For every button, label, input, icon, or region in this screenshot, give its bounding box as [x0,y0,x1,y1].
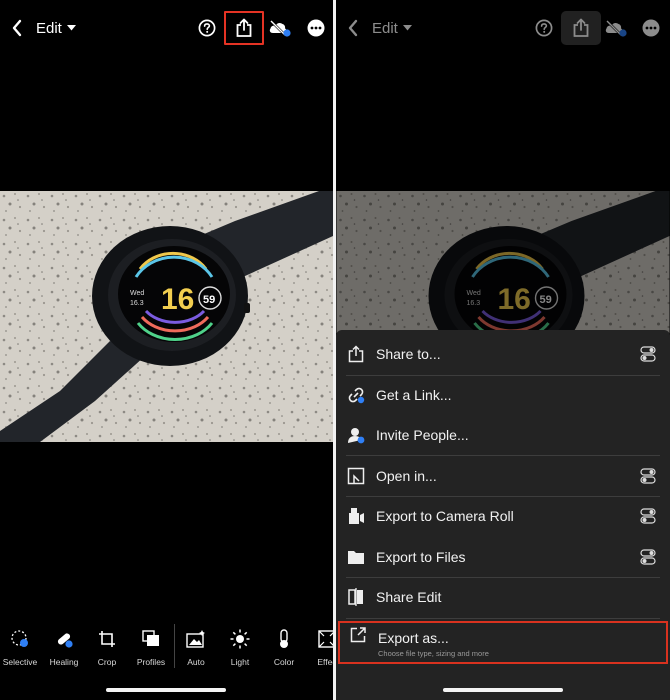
share-sheet: Share to... Get a Link... Invite People.… [336,330,670,700]
tool-label: Healing [49,657,79,667]
home-indicator[interactable] [443,688,563,692]
edit-mode-label: Edit [372,19,398,37]
menu-label: Share to... [376,346,441,362]
more-button[interactable] [302,14,330,42]
more-icon [307,19,325,37]
tool-color[interactable]: Color [262,628,306,667]
edit-mode-label: Edit [36,19,62,37]
share-button[interactable] [561,11,601,45]
folder-icon [348,551,364,564]
tool-label: Profiles [136,657,166,667]
menu-sublabel: Choose file type, sizing and more [378,649,489,658]
back-button[interactable] [342,14,364,42]
tool-profiles[interactable]: Profiles [129,628,173,667]
share-icon [573,18,589,37]
menu-export-as[interactable]: Export as... Choose file type, sizing an… [338,621,668,664]
tool-label: Effec [317,657,333,667]
tool-label: Crop [97,657,117,667]
toggle-options-icon[interactable] [640,346,656,362]
cloud-sync-icon [269,20,291,37]
profiles-icon [142,630,159,646]
export-as-icon [350,627,366,643]
photo-preview[interactable]: 16 59 Wed 16.3 [0,191,333,442]
home-indicator[interactable] [106,688,226,692]
share-button[interactable] [224,11,264,45]
open-in-icon [347,467,365,485]
link-icon [348,387,365,404]
menu-label: Export to Camera Roll [376,508,514,524]
tool-effects[interactable]: Effec [305,628,333,667]
help-icon [198,19,216,37]
caret-down-icon [402,25,412,31]
effects-icon [318,630,333,648]
tool-label: Light [230,657,250,667]
watch-time-hour: 16 [161,283,194,316]
help-button[interactable] [193,14,221,42]
share-screen: Edit 16 59 Wed 16.3 Share to... Get a Li… [336,0,670,700]
menu-export-files[interactable]: Export to Files [336,537,670,577]
tool-label: Color [273,657,295,667]
watch-day: Wed [130,290,144,297]
auto-icon [186,630,205,648]
edit-toolbar: Selective Healing Crop Profiles Auto Lig… [0,624,333,674]
menu-divider [346,618,660,619]
help-button[interactable] [530,14,558,42]
watch-photo: 16 59 Wed 16.3 [0,191,333,442]
cloud-sync-icon [605,20,627,37]
color-icon [280,629,288,648]
menu-label: Export to Files [376,549,466,565]
help-icon [535,19,553,37]
caret-down-icon [66,25,76,31]
toggle-options-icon[interactable] [640,468,656,484]
top-bar: Edit [0,0,333,56]
back-button[interactable] [6,14,28,42]
menu-share-to[interactable]: Share to... [336,334,670,374]
watch-time-badge: 59 [203,294,215,306]
tool-label: Selective [2,657,38,667]
camera-roll-icon [349,508,364,524]
more-button[interactable] [637,14,665,42]
menu-share-edit[interactable]: Share Edit [336,577,670,617]
cloud-sync-button[interactable] [602,14,630,42]
menu-label: Get a Link... [376,387,452,403]
watch-date: 16.3 [130,300,144,307]
menu-label: Invite People... [376,427,469,443]
menu-label: Open in... [376,468,437,484]
share-edit-icon [348,588,363,606]
healing-icon [57,633,73,648]
chevron-left-icon [348,19,358,37]
top-bar: Edit [336,0,670,56]
crop-icon [99,631,115,647]
share-icon [236,18,252,37]
tool-auto[interactable]: Auto [174,628,218,667]
tool-selective[interactable]: Selective [0,628,42,667]
menu-label: Export as... [378,630,449,646]
selective-icon [11,630,28,647]
menu-open-in[interactable]: Open in... [336,456,670,496]
menu-export-camera-roll[interactable]: Export to Camera Roll [336,496,670,536]
toggle-options-icon[interactable] [640,549,656,565]
share-icon [348,345,364,363]
toggle-options-icon[interactable] [640,508,656,524]
cloud-sync-button[interactable] [266,14,294,42]
menu-invite-people[interactable]: Invite People... [336,415,670,455]
menu-label: Share Edit [376,589,442,605]
edit-screen: Edit 16 59 Wed 16.3 Selective Healing Cr… [0,0,333,700]
more-icon [642,19,660,37]
invite-icon [348,428,365,444]
tool-label: Auto [187,657,205,667]
light-icon [230,629,250,649]
edit-mode-dropdown[interactable]: Edit [372,14,432,42]
chevron-left-icon [12,19,22,37]
edit-mode-dropdown[interactable]: Edit [36,14,96,42]
tool-crop[interactable]: Crop [85,628,129,667]
tool-healing[interactable]: Healing [42,628,86,667]
tool-light[interactable]: Light [218,628,262,667]
menu-get-link[interactable]: Get a Link... [336,375,670,415]
